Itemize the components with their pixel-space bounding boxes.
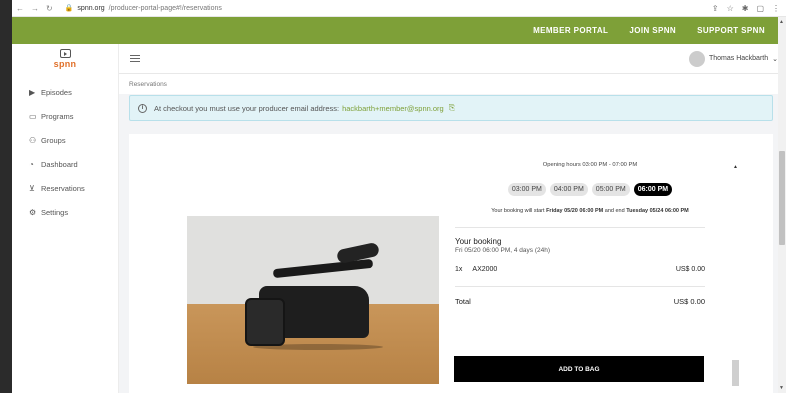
slot-0400pm[interactable]: 04:00 PM [549,183,588,196]
panel-scrollbar[interactable]: ▲ [732,164,739,386]
share-icon[interactable]: ⇪ [712,4,719,13]
reload-icon[interactable]: ↻ [46,4,53,13]
reservation-card: Opening hours 03:00 PM - 07:00 PM 03:00 … [129,134,773,393]
info-icon: i [138,103,147,113]
booking-range-text: Your booking will start Friday 05/20 06:… [491,208,689,214]
producer-email: hackbarth+member@spnn.org [342,103,444,113]
line-item: 1x AX2000 US$ 0.00 [455,266,705,273]
forward-icon[interactable]: → [31,4,39,13]
opening-hours: Opening hours 03:00 PM - 07:00 PM [542,162,638,168]
your-booking-heading: Your booking [455,237,502,246]
avatar [688,50,705,67]
users-icon: ⚇ [29,135,37,145]
member-portal-link[interactable]: MEMBER PORTAL [533,26,608,35]
support-spnn-link[interactable]: SUPPORT SPNN [697,26,765,35]
main-content: Thomas Hackbarth ⌄ Reservations i At che… [119,44,786,393]
page-scrollbar[interactable]: ▲ ▼ [778,17,786,393]
video-icon: ▭ [29,111,37,121]
join-spnn-link[interactable]: JOIN SPNN [629,26,676,35]
page-scroll-thumb[interactable] [779,151,785,245]
sidebar-item-dashboard[interactable]: ◔ Dashboard [12,152,118,176]
menu-toggle-icon[interactable] [130,55,140,62]
user-menu[interactable]: Thomas Hackbarth ⌄ [688,50,778,67]
gear-icon: ⚙ [29,207,37,217]
sidebar-item-programs[interactable]: ▭ Programs [12,104,118,128]
slot-0600pm-selected[interactable]: 06:00 PM [633,183,673,196]
breadcrumb: Reservations [119,74,786,94]
spnn-logo[interactable]: spnn [12,44,118,74]
slot-0500pm[interactable]: 05:00 PM [591,183,630,196]
sidebar: spnn ▶ Episodes ▭ Programs ⚇ Groups ◔ Dashbo… [12,44,119,393]
copy-icon[interactable]: ⎘ [449,103,455,113]
sidebar-item-reservations[interactable]: ⊻ Reservations [12,176,118,200]
url-host: spnn.org [77,4,105,12]
extensions-icon[interactable]: ✱ [742,4,749,13]
logo-wordmark: spnn [53,59,77,69]
address-bar[interactable]: 🔒 spnn.org/producer-portal-page#!/reserv… [64,4,222,13]
user-name: Thomas Hackbarth [708,55,769,62]
booking-panel: Opening hours 03:00 PM - 07:00 PM 03:00 … [455,162,715,306]
play-icon: ▶ [29,87,36,97]
scroll-down-icon[interactable]: ▼ [779,385,784,391]
add-to-bag-button[interactable]: ADD TO BAG [454,356,704,382]
divider [455,227,705,228]
browser-window: ← → ↻ 🔒 spnn.org/producer-portal-page#!/… [12,0,786,393]
dashboard-icon: ◔ [29,159,34,169]
browser-toolbar: ← → ↻ 🔒 spnn.org/producer-portal-page#!/… [12,0,786,17]
alert-text: At checkout you must use your producer e… [154,103,340,113]
total-row: Total US$ 0.00 [455,297,705,306]
camera-photo [187,216,439,384]
scroll-thumb[interactable] [732,360,739,386]
tab-icon[interactable]: ▢ [756,4,764,13]
star-icon[interactable]: ☆ [727,4,734,13]
sidebar-item-groups[interactable]: ⚇ Groups [12,128,118,152]
site-header: MEMBER PORTAL JOIN SPNN SUPPORT SPNN [12,17,786,44]
booking-summary: Fri 05/20 06:00 PM, 4 days (24h) [455,247,551,254]
cart-icon: ⊻ [29,183,35,193]
logo-play-icon [59,49,71,58]
scroll-up-icon[interactable]: ▲ [779,19,784,25]
slot-0300pm[interactable]: 03:00 PM [507,183,546,196]
scroll-up-icon[interactable]: ▲ [733,164,738,170]
divider [455,286,705,287]
menu-dots-icon[interactable]: ⋮ [772,4,780,13]
time-slots: 03:00 PM 04:00 PM 05:00 PM 06:00 PM [465,183,715,196]
sidebar-item-episodes[interactable]: ▶ Episodes [12,80,118,104]
lock-icon: 🔒 [64,5,74,12]
content-toolbar: Thomas Hackbarth ⌄ [119,44,786,74]
sidebar-item-settings[interactable]: ⚙ Settings [12,200,118,224]
checkout-email-alert: i At checkout you must use your producer… [129,95,773,121]
url-path: /producer-portal-page#!/reservations [108,4,222,12]
back-icon[interactable]: ← [16,4,24,13]
